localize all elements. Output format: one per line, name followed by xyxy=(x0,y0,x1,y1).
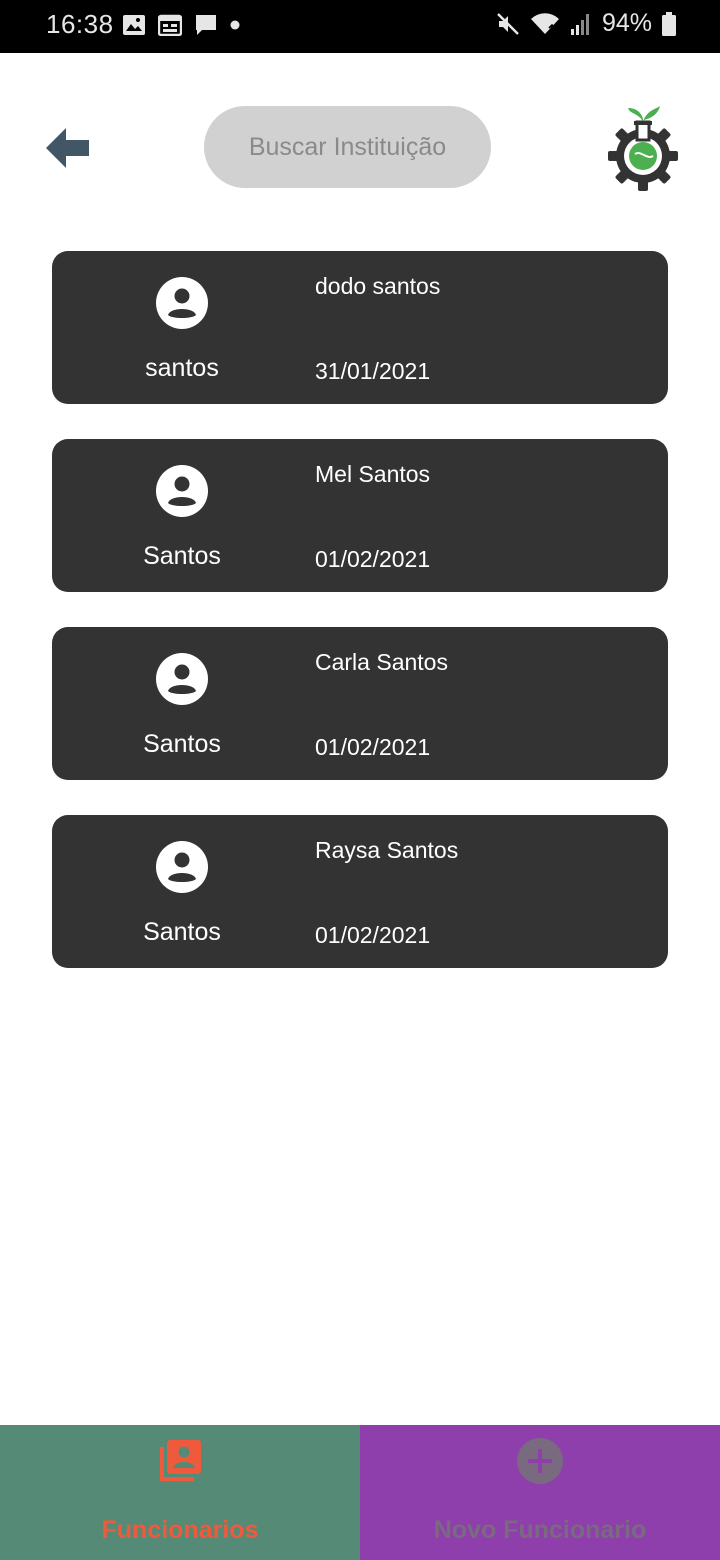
notification-icons xyxy=(122,13,240,37)
tab-funcionarios[interactable]: Funcionarios xyxy=(0,1425,360,1560)
employee-card[interactable]: Santos Carla Santos 01/02/2021 xyxy=(52,627,668,780)
arrow-left-icon xyxy=(46,128,89,168)
employee-short-name: Santos xyxy=(143,730,221,758)
battery-percent: 94% xyxy=(601,9,652,37)
employee-date: 01/02/2021 xyxy=(315,922,431,948)
image-icon xyxy=(123,15,145,35)
employee-full-name: Mel Santos xyxy=(315,461,431,487)
employee-date: 01/02/2021 xyxy=(315,546,431,572)
chat-icon xyxy=(196,15,216,35)
search-bar[interactable] xyxy=(204,106,491,188)
employee-date: 31/01/2021 xyxy=(315,358,431,384)
dot-icon xyxy=(230,20,240,30)
battery-icon xyxy=(662,11,676,36)
search-input[interactable] xyxy=(222,132,473,162)
bottom-navigation: Funcionarios Novo Funcionario xyxy=(0,1425,720,1560)
back-button[interactable] xyxy=(44,126,92,170)
wifi-icon xyxy=(530,12,559,34)
employee-card[interactable]: Santos Mel Santos 01/02/2021 xyxy=(52,439,668,592)
tab-novo-funcionario[interactable]: Novo Funcionario xyxy=(360,1425,720,1560)
tab-label: Funcionarios xyxy=(101,1516,259,1544)
account-circle-icon xyxy=(156,465,208,517)
account-circle-icon xyxy=(156,653,208,705)
add-circle-icon xyxy=(517,1438,563,1484)
account-circle-icon xyxy=(156,277,208,329)
employee-full-name: Carla Santos xyxy=(315,649,448,675)
signal-icon xyxy=(570,13,589,35)
employee-short-name: Santos xyxy=(143,918,221,946)
employee-card[interactable]: santos dodo santos 31/01/2021 xyxy=(52,251,668,404)
mute-icon xyxy=(497,12,519,35)
employee-full-name: dodo santos xyxy=(315,273,441,299)
contacts-icon xyxy=(160,1440,201,1481)
employee-date: 01/02/2021 xyxy=(315,734,431,760)
employee-card[interactable]: Santos Raysa Santos 01/02/2021 xyxy=(52,815,668,968)
gear-flask-logo xyxy=(608,106,678,191)
status-time: 16:38 xyxy=(46,9,114,39)
tab-label: Novo Funcionario xyxy=(433,1516,647,1544)
status-bar: 16:38 94% xyxy=(0,0,720,53)
system-icons: 94% xyxy=(496,9,676,38)
calendar-icon xyxy=(158,14,182,36)
employee-full-name: Raysa Santos xyxy=(315,837,459,863)
account-circle-icon xyxy=(156,841,208,893)
employee-list: santos dodo santos 31/01/2021 Santos Mel… xyxy=(52,251,668,1003)
employee-short-name: Santos xyxy=(143,542,221,570)
employee-short-name: santos xyxy=(145,354,219,382)
app-logo xyxy=(608,104,678,192)
